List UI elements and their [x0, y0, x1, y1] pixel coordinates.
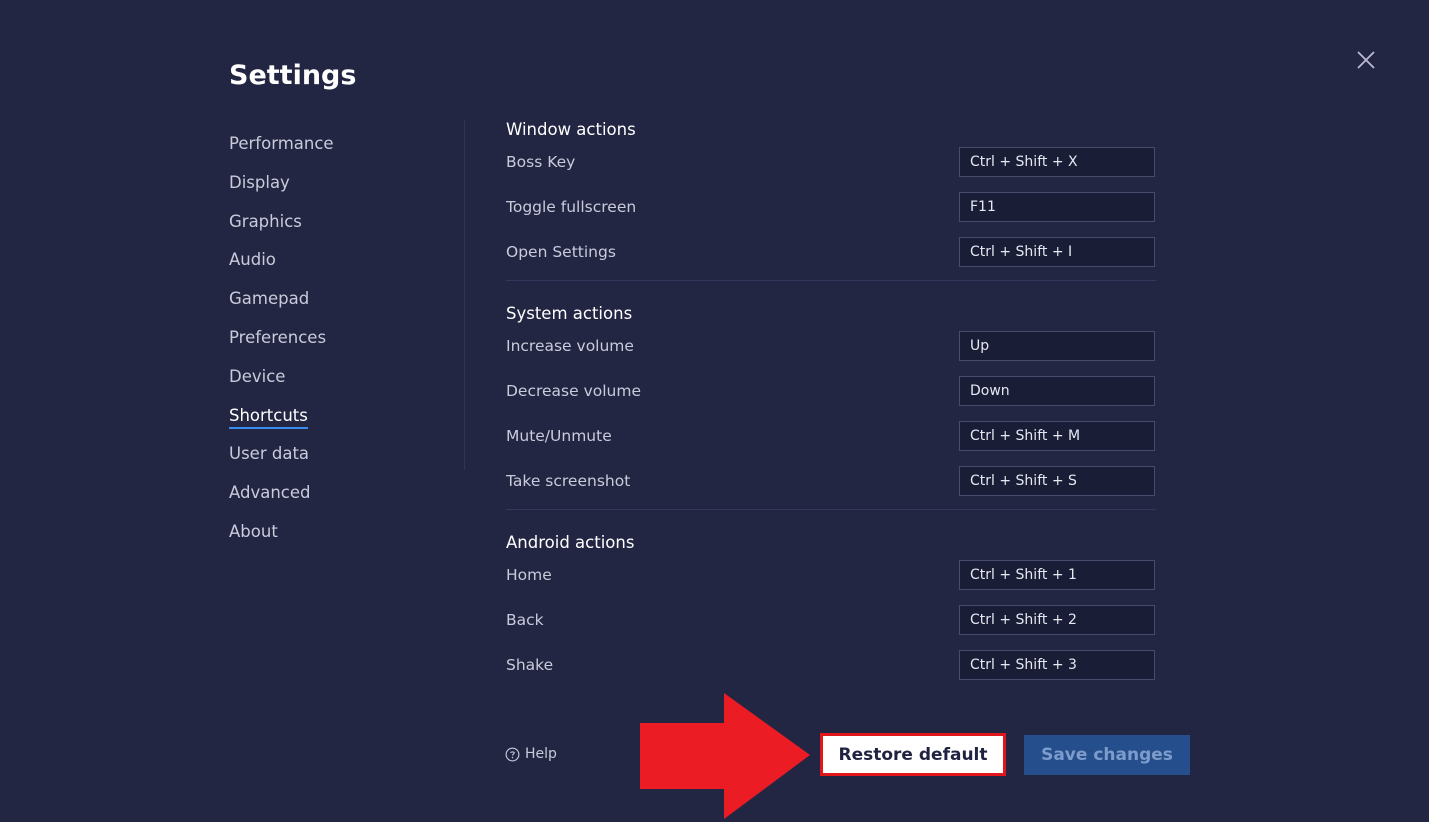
- nav-item-preferences[interactable]: Preferences: [229, 318, 465, 357]
- shortcut-label: Toggle fullscreen: [506, 198, 637, 216]
- settings-dialog: Settings Performance Display Graphics Au…: [0, 0, 1429, 822]
- nav-item-label: Preferences: [229, 327, 327, 347]
- shortcut-key-field[interactable]: Up: [959, 331, 1155, 361]
- shortcut-key-field[interactable]: Down: [959, 376, 1155, 406]
- shortcut-key-field[interactable]: Ctrl + Shift + I: [959, 237, 1155, 267]
- help-circle-icon: [505, 747, 520, 761]
- nav-item-label: About: [229, 521, 278, 541]
- shortcut-row-back: Back Ctrl + Shift + 2: [506, 605, 1156, 650]
- nav-item-label: Performance: [229, 134, 334, 153]
- shortcut-key-field[interactable]: F11: [959, 192, 1155, 222]
- shortcut-label: Boss Key: [506, 153, 576, 171]
- nav-item-label: User data: [229, 444, 310, 464]
- shortcut-label: Take screenshot: [506, 472, 631, 490]
- restore-default-button[interactable]: Restore default: [820, 733, 1006, 776]
- nav-item-display[interactable]: Display: [229, 163, 465, 202]
- nav-item-label: Shortcuts: [229, 405, 308, 429]
- shortcut-label: Home: [506, 566, 552, 584]
- shortcut-row-home: Home Ctrl + Shift + 1: [506, 560, 1156, 605]
- shortcut-row-open-settings: Open Settings Ctrl + Shift + I: [506, 237, 1156, 282]
- nav-item-device[interactable]: Device: [229, 357, 465, 396]
- shortcut-label: Mute/Unmute: [506, 427, 612, 445]
- shortcut-row-boss-key: Boss Key Ctrl + Shift + X: [506, 147, 1156, 192]
- nav-item-graphics[interactable]: Graphics: [229, 202, 465, 241]
- shortcut-label: Decrease volume: [506, 382, 642, 400]
- nav-item-about[interactable]: About: [229, 512, 465, 551]
- help-label: Help: [525, 746, 557, 762]
- shortcut-key-field[interactable]: Ctrl + Shift + S: [959, 466, 1155, 496]
- shortcut-label: Increase volume: [506, 337, 634, 355]
- shortcut-row-mute-unmute: Mute/Unmute Ctrl + Shift + M: [506, 421, 1156, 466]
- shortcut-label: Shake: [506, 656, 554, 674]
- nav-item-label: Audio: [229, 250, 276, 270]
- shortcut-row-increase-volume: Increase volume Up: [506, 331, 1156, 376]
- red-arrow-annotation: [640, 693, 810, 819]
- section-title-window-actions: Window actions: [506, 120, 636, 139]
- nav-divider: [464, 120, 465, 470]
- nav-item-advanced[interactable]: Advanced: [229, 473, 465, 512]
- shortcut-row-shake: Shake Ctrl + Shift + 3: [506, 650, 1156, 695]
- nav-item-label: Graphics: [229, 211, 302, 231]
- nav-item-performance[interactable]: Performance: [229, 124, 465, 163]
- nav-item-label: Advanced: [229, 483, 311, 503]
- nav-item-user-data[interactable]: User data: [229, 434, 465, 473]
- shortcut-key-field[interactable]: Ctrl + Shift + M: [959, 421, 1155, 451]
- nav-item-label: Device: [229, 366, 286, 386]
- shortcut-label: Back: [506, 611, 544, 629]
- shortcut-row-toggle-fullscreen: Toggle fullscreen F11: [506, 192, 1156, 237]
- shortcut-key-field[interactable]: Ctrl + Shift + X: [959, 147, 1155, 177]
- nav-item-gamepad[interactable]: Gamepad: [229, 279, 465, 318]
- close-icon[interactable]: [1354, 48, 1378, 72]
- help-link[interactable]: Help: [505, 746, 557, 762]
- shortcut-label: Open Settings: [506, 243, 616, 261]
- shortcut-key-field[interactable]: Ctrl + Shift + 2: [959, 605, 1155, 635]
- shortcut-key-field[interactable]: Ctrl + Shift + 1: [959, 560, 1155, 590]
- section-title-android-actions: Android actions: [506, 533, 635, 552]
- settings-nav: Performance Display Graphics Audio Gamep…: [229, 124, 465, 551]
- save-changes-button[interactable]: Save changes: [1024, 735, 1190, 775]
- page-title: Settings: [229, 60, 357, 91]
- nav-item-label: Gamepad: [229, 289, 310, 309]
- shortcuts-panel[interactable]: Window actions Boss Key Ctrl + Shift + X…: [506, 113, 1156, 703]
- shortcut-row-take-screenshot: Take screenshot Ctrl + Shift + S: [506, 466, 1156, 511]
- nav-item-audio[interactable]: Audio: [229, 240, 465, 279]
- shortcut-row-decrease-volume: Decrease volume Down: [506, 376, 1156, 421]
- nav-item-shortcuts[interactable]: Shortcuts: [229, 396, 465, 435]
- shortcut-key-field[interactable]: Ctrl + Shift + 3: [959, 650, 1155, 680]
- section-title-system-actions: System actions: [506, 304, 633, 323]
- nav-item-label: Display: [229, 172, 290, 192]
